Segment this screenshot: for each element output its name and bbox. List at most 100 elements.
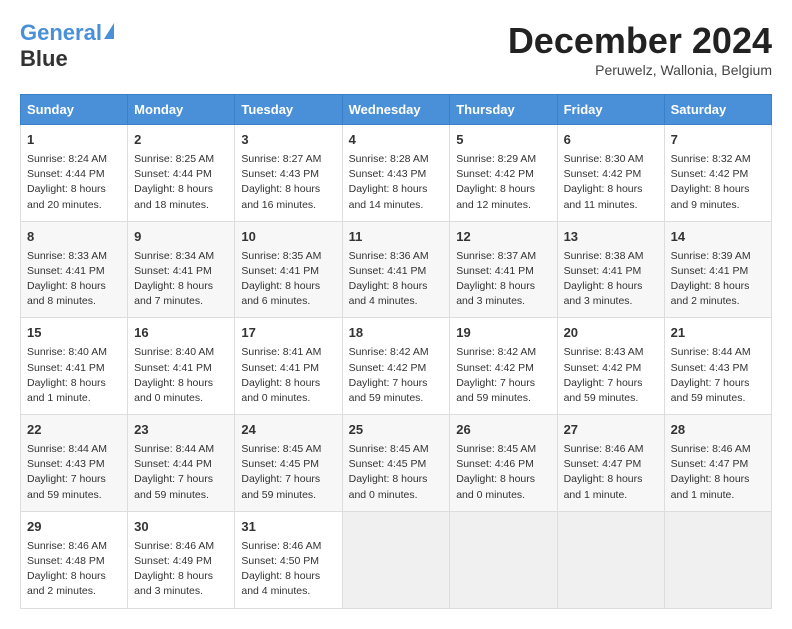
week-row-5: 29Sunrise: 8:46 AMSunset: 4:48 PMDayligh… <box>21 511 772 608</box>
calendar-cell: 2Sunrise: 8:25 AMSunset: 4:44 PMDaylight… <box>128 125 235 222</box>
day-info: Sunrise: 8:33 AM <box>27 249 121 264</box>
day-info: Sunrise: 8:24 AM <box>27 152 121 167</box>
day-info: Sunrise: 8:32 AM <box>671 152 765 167</box>
day-info: Sunrise: 8:46 AM <box>564 442 658 457</box>
calendar-cell: 18Sunrise: 8:42 AMSunset: 4:42 PMDayligh… <box>342 318 450 415</box>
day-info: Daylight: 8 hours <box>134 376 228 391</box>
day-number: 1 <box>27 131 121 150</box>
day-number: 28 <box>671 421 765 440</box>
day-info: Daylight: 8 hours <box>241 376 335 391</box>
day-info: Sunrise: 8:44 AM <box>134 442 228 457</box>
day-number: 2 <box>134 131 228 150</box>
day-info: and 20 minutes. <box>27 198 121 213</box>
day-info: and 0 minutes. <box>134 391 228 406</box>
calendar-cell: 29Sunrise: 8:46 AMSunset: 4:48 PMDayligh… <box>21 511 128 608</box>
day-info: Sunset: 4:44 PM <box>27 167 121 182</box>
day-info: Sunrise: 8:43 AM <box>564 345 658 360</box>
weekday-header-row: SundayMondayTuesdayWednesdayThursdayFrid… <box>21 95 772 125</box>
day-info: Daylight: 8 hours <box>241 279 335 294</box>
day-number: 18 <box>349 324 444 343</box>
calendar-cell: 20Sunrise: 8:43 AMSunset: 4:42 PMDayligh… <box>557 318 664 415</box>
page-header: General Blue December 2024 Peruwelz, Wal… <box>20 20 772 78</box>
calendar-cell: 23Sunrise: 8:44 AMSunset: 4:44 PMDayligh… <box>128 415 235 512</box>
day-info: Sunset: 4:50 PM <box>241 554 335 569</box>
day-info: Daylight: 8 hours <box>241 569 335 584</box>
day-info: Sunset: 4:45 PM <box>241 457 335 472</box>
logo-general: General <box>20 20 102 45</box>
day-number: 24 <box>241 421 335 440</box>
month-title: December 2024 <box>508 20 772 62</box>
day-info: Daylight: 8 hours <box>134 182 228 197</box>
calendar-cell: 21Sunrise: 8:44 AMSunset: 4:43 PMDayligh… <box>664 318 771 415</box>
day-info: Sunset: 4:46 PM <box>456 457 550 472</box>
day-info: Daylight: 8 hours <box>456 182 550 197</box>
calendar-cell: 6Sunrise: 8:30 AMSunset: 4:42 PMDaylight… <box>557 125 664 222</box>
day-info: Sunset: 4:45 PM <box>349 457 444 472</box>
calendar-cell: 4Sunrise: 8:28 AMSunset: 4:43 PMDaylight… <box>342 125 450 222</box>
day-info: Sunrise: 8:35 AM <box>241 249 335 264</box>
day-info: Sunset: 4:47 PM <box>564 457 658 472</box>
day-info: Daylight: 8 hours <box>27 569 121 584</box>
day-info: Sunrise: 8:36 AM <box>349 249 444 264</box>
day-number: 30 <box>134 518 228 537</box>
day-info: Daylight: 7 hours <box>671 376 765 391</box>
day-info: and 3 minutes. <box>456 294 550 309</box>
day-info: and 11 minutes. <box>564 198 658 213</box>
day-info: and 7 minutes. <box>134 294 228 309</box>
day-info: Sunset: 4:41 PM <box>349 264 444 279</box>
day-info: Sunrise: 8:28 AM <box>349 152 444 167</box>
calendar-cell: 30Sunrise: 8:46 AMSunset: 4:49 PMDayligh… <box>128 511 235 608</box>
day-info: Daylight: 8 hours <box>564 472 658 487</box>
calendar-cell: 13Sunrise: 8:38 AMSunset: 4:41 PMDayligh… <box>557 221 664 318</box>
day-info: Sunset: 4:42 PM <box>456 167 550 182</box>
day-number: 17 <box>241 324 335 343</box>
day-info: Daylight: 8 hours <box>349 182 444 197</box>
day-info: Sunrise: 8:45 AM <box>456 442 550 457</box>
day-info: Daylight: 8 hours <box>27 182 121 197</box>
day-info: Daylight: 8 hours <box>671 279 765 294</box>
calendar-cell: 17Sunrise: 8:41 AMSunset: 4:41 PMDayligh… <box>235 318 342 415</box>
day-info: and 16 minutes. <box>241 198 335 213</box>
weekday-header-sunday: Sunday <box>21 95 128 125</box>
day-info: Daylight: 8 hours <box>564 182 658 197</box>
calendar-cell: 27Sunrise: 8:46 AMSunset: 4:47 PMDayligh… <box>557 415 664 512</box>
day-info: and 59 minutes. <box>241 488 335 503</box>
day-info: Sunrise: 8:46 AM <box>134 539 228 554</box>
day-number: 10 <box>241 228 335 247</box>
calendar-cell <box>450 511 557 608</box>
calendar-cell: 1 Sunrise: 8:24 AMSunset: 4:44 PMDaylight… <box>21 125 128 222</box>
day-info: Sunrise: 8:42 AM <box>456 345 550 360</box>
week-row-1: 1Sunrise: 8:24 AMSunset: 4:44 PMDaylight… <box>21 125 772 222</box>
day-number: 12 <box>456 228 550 247</box>
day-info: Sunset: 4:42 PM <box>456 361 550 376</box>
calendar-cell: 7Sunrise: 8:32 AMSunset: 4:42 PMDaylight… <box>664 125 771 222</box>
calendar-cell: 26Sunrise: 8:45 AMSunset: 4:46 PMDayligh… <box>450 415 557 512</box>
calendar-cell: 15Sunrise: 8:40 AMSunset: 4:41 PMDayligh… <box>21 318 128 415</box>
day-info: and 1 minute. <box>671 488 765 503</box>
weekday-header-thursday: Thursday <box>450 95 557 125</box>
day-info: Daylight: 8 hours <box>349 279 444 294</box>
day-info: Sunrise: 8:25 AM <box>134 152 228 167</box>
day-info: Sunrise: 8:42 AM <box>349 345 444 360</box>
day-info: Sunset: 4:42 PM <box>564 361 658 376</box>
day-info: and 59 minutes. <box>671 391 765 406</box>
day-number: 9 <box>134 228 228 247</box>
day-number: 8 <box>27 228 121 247</box>
day-info: and 3 minutes. <box>564 294 658 309</box>
day-info: and 12 minutes. <box>456 198 550 213</box>
calendar-cell: 14Sunrise: 8:39 AMSunset: 4:41 PMDayligh… <box>664 221 771 318</box>
day-info: and 1 minute. <box>564 488 658 503</box>
day-info: Sunrise: 8:38 AM <box>564 249 658 264</box>
day-number: 23 <box>134 421 228 440</box>
day-info: Daylight: 7 hours <box>564 376 658 391</box>
day-info: Sunrise: 8:44 AM <box>27 442 121 457</box>
day-info: Daylight: 8 hours <box>134 279 228 294</box>
day-info: and 4 minutes. <box>241 584 335 599</box>
week-row-2: 8Sunrise: 8:33 AMSunset: 4:41 PMDaylight… <box>21 221 772 318</box>
day-info: and 59 minutes. <box>134 488 228 503</box>
day-info: Sunset: 4:41 PM <box>27 264 121 279</box>
day-number: 3 <box>241 131 335 150</box>
day-info: Daylight: 8 hours <box>671 472 765 487</box>
calendar-cell: 3Sunrise: 8:27 AMSunset: 4:43 PMDaylight… <box>235 125 342 222</box>
location-subtitle: Peruwelz, Wallonia, Belgium <box>508 62 772 78</box>
